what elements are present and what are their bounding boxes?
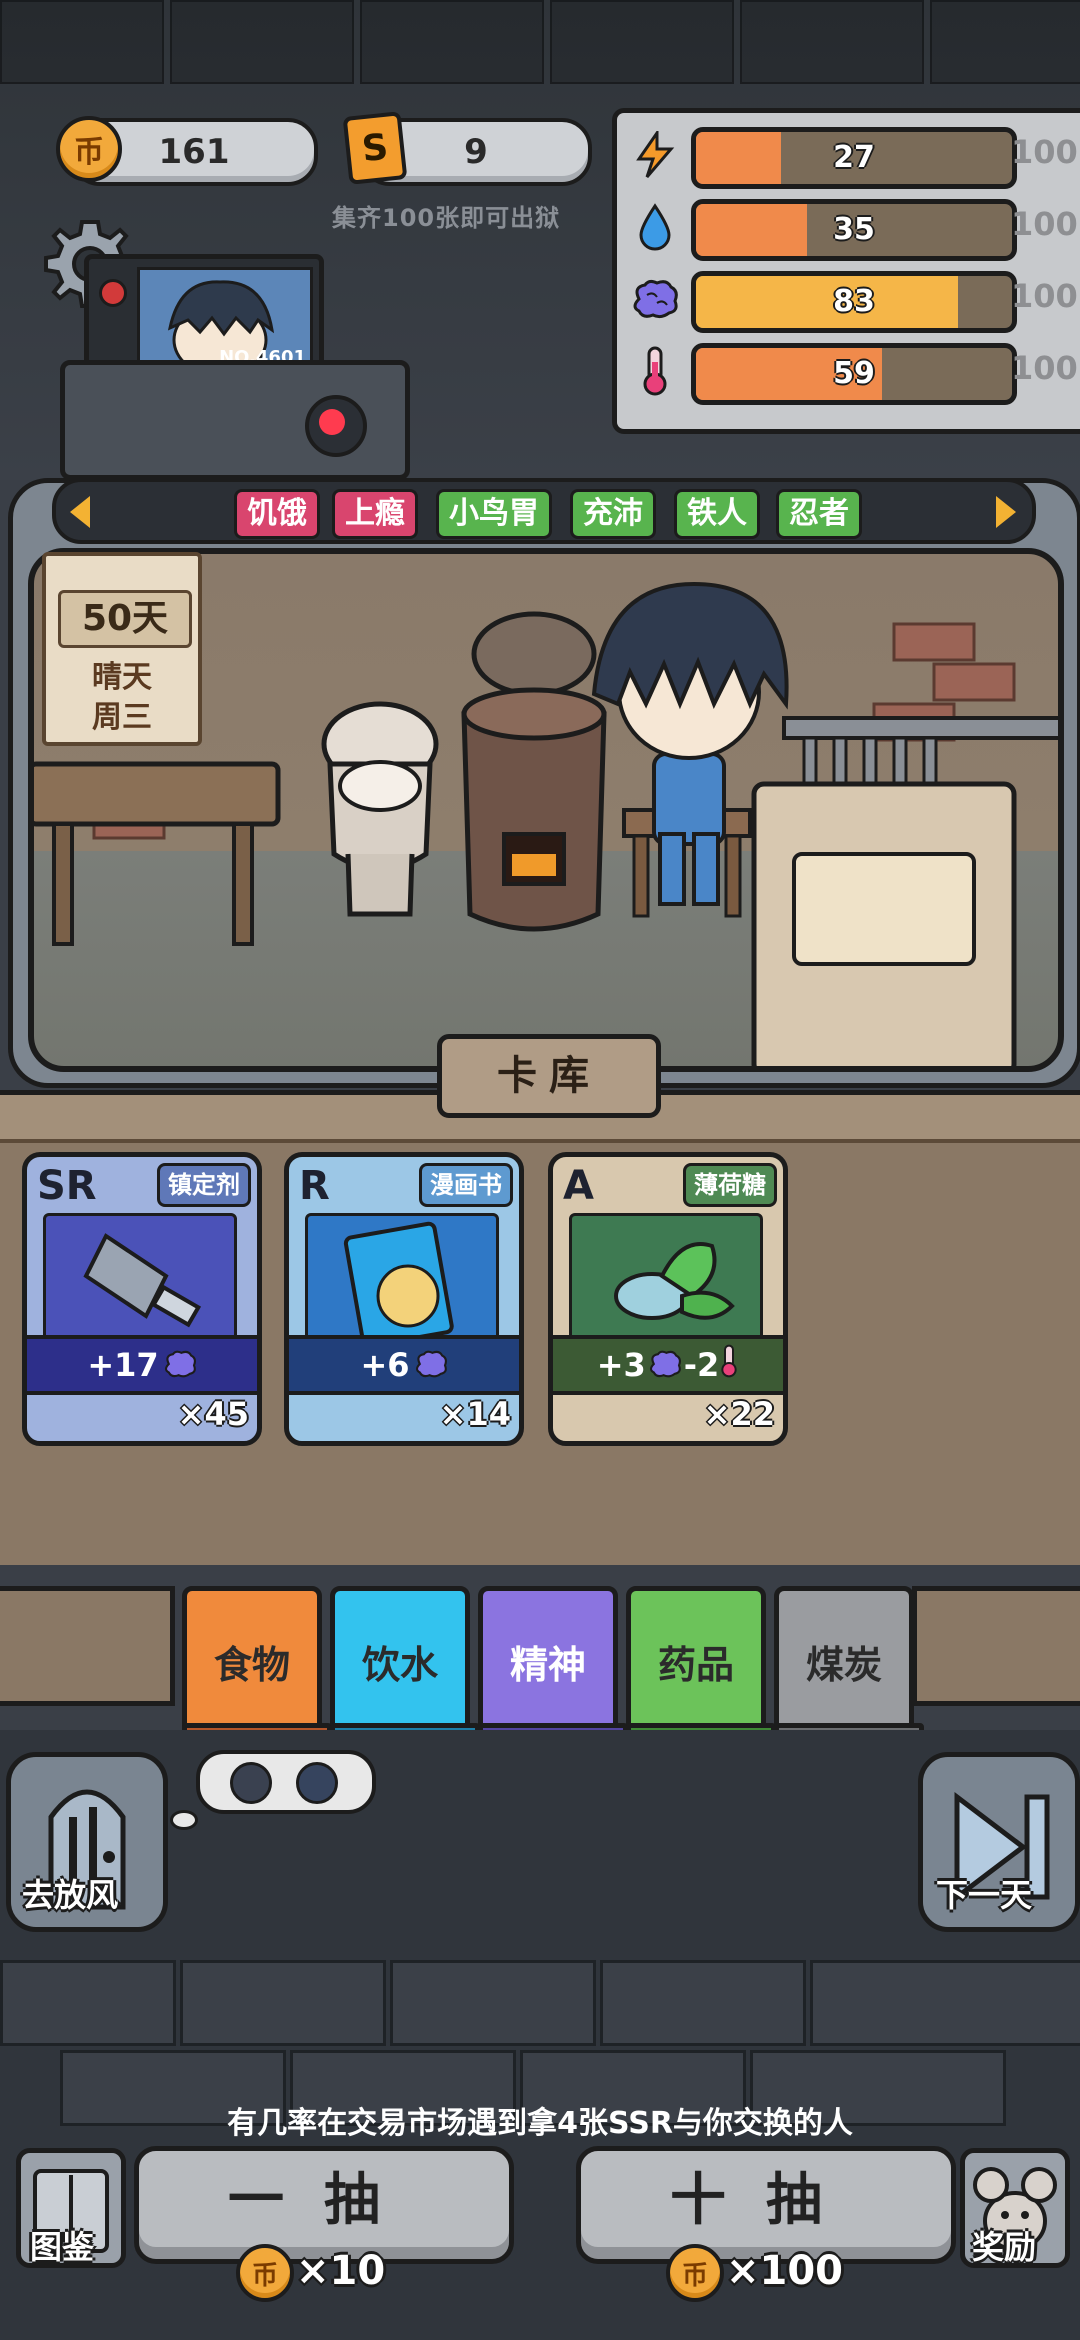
temperature-max: 100 <box>1011 349 1078 387</box>
thermometer-icon <box>631 346 679 396</box>
category-medicine[interactable]: 药品 <box>626 1586 776 1755</box>
mint-candy-image <box>569 1213 763 1349</box>
guard-avatar <box>296 1762 338 1804</box>
shelf-right <box>912 1586 1080 1706</box>
thirst-value: 35 <box>833 212 875 247</box>
card-effect: +17 <box>27 1335 257 1395</box>
bubble-dot <box>170 1810 198 1830</box>
coin-icon: 币 <box>666 2244 724 2302</box>
visitor-thought-bubble <box>196 1750 376 1814</box>
temperature-bar: 59 <box>691 343 1017 405</box>
category-coal[interactable]: 煤炭 <box>774 1586 924 1755</box>
energy-value: 27 <box>833 140 875 175</box>
card-storage-label: 卡库 <box>437 1034 661 1118</box>
card-count: ×22 <box>703 1395 775 1433</box>
thirst-bar: 35 <box>691 199 1017 261</box>
card-count: ×45 <box>177 1395 249 1433</box>
mind-value: 83 <box>833 284 875 319</box>
syringe-image <box>43 1213 237 1349</box>
day-count: 50天 <box>58 590 192 648</box>
mind-max: 100 <box>1011 277 1078 315</box>
tag-small-appetite[interactable]: 小鸟胃 <box>436 489 552 539</box>
card-effect: +3 -2 <box>553 1335 783 1395</box>
gallery-label: 图鉴 <box>30 2228 95 2266</box>
weekday-label: 周三 <box>92 700 152 735</box>
escape-hint: 集齐100张即可出狱 <box>332 204 561 232</box>
brain-icon <box>648 1341 682 1393</box>
stat-temperature: 59 100 <box>617 343 1080 405</box>
card-rarity: SR <box>37 1163 97 1209</box>
card-effect: +6 <box>289 1335 519 1395</box>
card-mint-candy[interactable]: A 薄荷糖 +3 -2 ×22 <box>548 1152 788 1446</box>
category-water[interactable]: 饮水 <box>330 1586 480 1755</box>
card-comic-book[interactable]: R 漫画书 +6 ×14 <box>284 1152 524 1446</box>
tag-hungry[interactable]: 饥饿 <box>234 489 320 539</box>
card-rarity: R <box>299 1163 330 1209</box>
stat-mind: 83 100 <box>617 271 1080 333</box>
category-food[interactable]: 食物 <box>182 1586 332 1755</box>
record-light <box>99 279 127 307</box>
water-drop-icon <box>631 203 679 251</box>
ssr-card-icon: S <box>342 111 408 185</box>
lightning-icon <box>631 131 679 179</box>
stat-thirst: 35 100 <box>617 199 1080 261</box>
thirst-max: 100 <box>1011 205 1078 243</box>
card-rarity: A <box>563 1163 594 1209</box>
visitor-avatar <box>230 1762 272 1804</box>
tag-energetic[interactable]: 充沛 <box>570 489 656 539</box>
mind-bar: 83 <box>691 271 1017 333</box>
comic-book-image <box>305 1213 499 1349</box>
reward-label: 奖励 <box>972 2228 1037 2266</box>
draw-ten-price: ×100 <box>726 2248 844 2294</box>
tags-next-arrow-icon[interactable] <box>996 496 1016 528</box>
tag-addicted[interactable]: 上瘾 <box>332 489 418 539</box>
machine-console <box>60 360 410 480</box>
thermometer-icon <box>719 1341 739 1393</box>
weather-label: 晴天 <box>92 660 152 695</box>
card-name: 薄荷糖 <box>683 1163 777 1207</box>
temperature-value: 59 <box>833 356 875 391</box>
category-mind[interactable]: 精神 <box>478 1586 628 1755</box>
red-lamp <box>305 395 367 457</box>
card-tranquilizer[interactable]: SR 镇定剂 +17 ×45 <box>22 1152 262 1446</box>
stats-panel: 27 100 35 100 83 100 59 100 <box>612 108 1080 434</box>
brain-icon <box>631 275 679 323</box>
draw-ten-button[interactable]: 十抽 <box>576 2146 956 2264</box>
calendar-sign: 50天 晴天 周三 <box>42 552 202 746</box>
tag-ninja[interactable]: 忍者 <box>776 489 862 539</box>
draw-one-button[interactable]: 一抽 <box>134 2146 514 2264</box>
brain-icon <box>163 1341 197 1393</box>
trait-tag-bar: 饥饿 上瘾 小鸟胃 充沛 铁人 忍者 <box>52 478 1036 544</box>
stat-energy: 27 100 <box>617 127 1080 189</box>
tag-ironman[interactable]: 铁人 <box>674 489 760 539</box>
energy-bar: 27 <box>691 127 1017 189</box>
tags-prev-arrow-icon[interactable] <box>70 496 90 528</box>
draw-one-price: ×10 <box>296 2248 386 2294</box>
next-day-label: 下一天 <box>936 1876 1033 1914</box>
brain-icon <box>414 1341 448 1393</box>
trade-notice: 有几率在交易市场遇到拿4张SSR与你交换的人 <box>227 2106 853 2141</box>
coin-icon: 币 <box>236 2244 294 2302</box>
energy-max: 100 <box>1011 133 1078 171</box>
coin-icon: 币 <box>56 116 122 182</box>
shelf-left <box>0 1586 175 1706</box>
monitor-screen: NO.4601 <box>137 267 313 378</box>
go-out-label: 去放风 <box>22 1876 119 1914</box>
card-count: ×14 <box>439 1395 511 1433</box>
card-name: 镇定剂 <box>157 1163 251 1207</box>
card-name: 漫画书 <box>419 1163 513 1207</box>
